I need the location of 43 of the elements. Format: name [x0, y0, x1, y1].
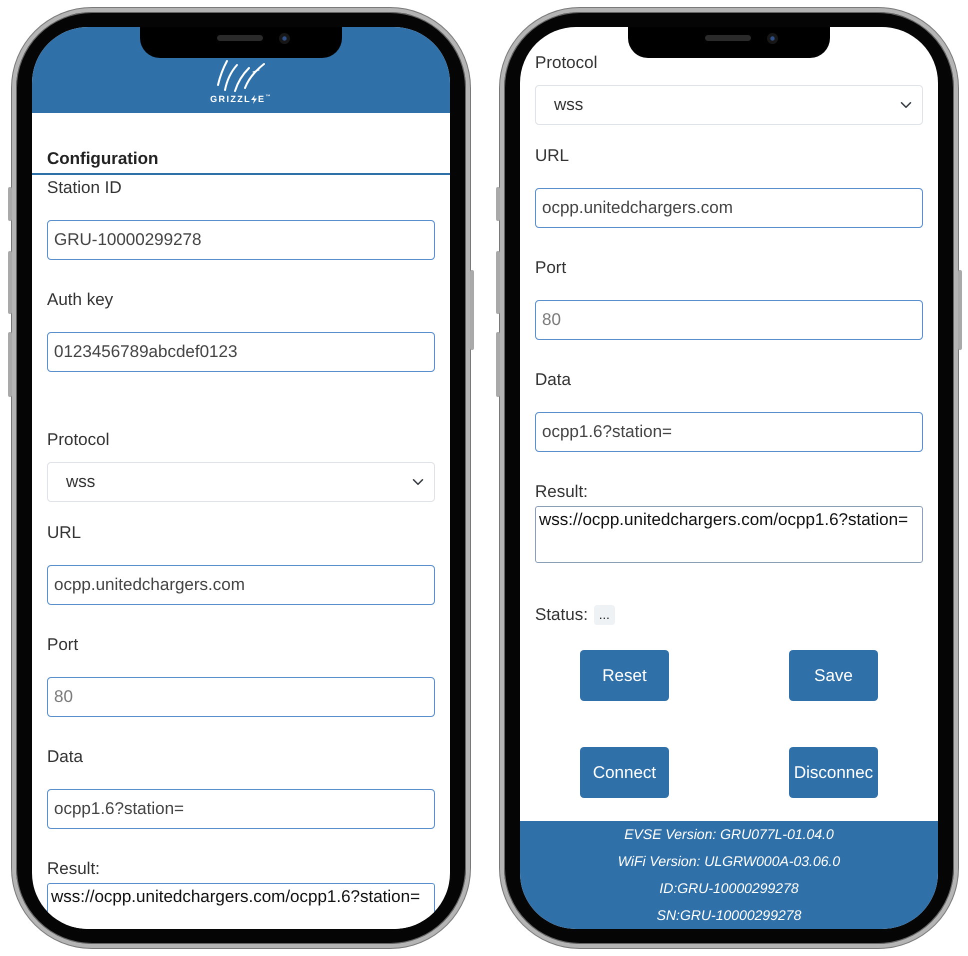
field-label: Protocol — [47, 429, 110, 451]
footer-text: ID:GRU-10000299278 — [659, 879, 799, 898]
action-button[interactable]: Reset — [580, 650, 669, 701]
camera-icon — [767, 33, 778, 44]
action-button[interactable]: Save — [789, 650, 878, 701]
field-label: Port — [47, 634, 78, 656]
speaker-grille-icon — [705, 35, 751, 41]
dropdown[interactable]: wss — [535, 85, 923, 125]
text-field[interactable]: ocpp1.6?station= — [47, 789, 435, 829]
text-area[interactable]: wss://ocpp.unitedchargers.com/ocpp1.6?station= — [47, 883, 435, 929]
speaker-grille-icon — [217, 35, 263, 41]
dropdown[interactable]: wss — [47, 462, 435, 502]
field-label: Result: — [47, 858, 100, 880]
field-label: Port — [535, 257, 566, 279]
text-field[interactable]: 80 — [535, 300, 923, 340]
text-area[interactable]: wss://ocpp.unitedchargers.com/ocpp1.6?station= — [535, 506, 923, 563]
footer-text: WiFi Version: ULGRW000A-03.06.0 — [618, 852, 840, 871]
field-label: Data — [47, 746, 83, 768]
footer-text: EVSE Version: GRU077L-01.04.0 — [624, 825, 834, 844]
logo-text: E$^{™}$ — [258, 94, 272, 105]
text-field[interactable]: ocpp1.6?station= — [535, 412, 923, 452]
field-label: Station ID — [47, 177, 122, 199]
logo-text: GRIZZL — [210, 94, 252, 105]
field-label: Protocol — [535, 52, 598, 74]
claw-marks-icon — [215, 58, 267, 92]
text-field[interactable]: GRU-10000299278 — [47, 220, 435, 260]
field-label: URL — [47, 522, 82, 544]
text-field[interactable]: ocpp.unitedchargers.com — [535, 188, 923, 228]
camera-icon — [279, 33, 290, 44]
field-label: Auth key — [47, 289, 114, 311]
field-label: Result: — [535, 481, 588, 503]
text-field[interactable]: 0123456789abcdef0123 — [47, 332, 435, 372]
section-title: Configuration — [47, 148, 158, 170]
field-label: Data — [535, 369, 571, 391]
field-label: URL — [535, 145, 570, 167]
footer-text: SN:GRU-10000299278 — [656, 906, 802, 925]
status-value: ... — [594, 605, 615, 625]
bolt-icon — [251, 95, 258, 104]
text-field[interactable]: ocpp.unitedchargers.com — [47, 565, 435, 605]
status-label: Status: — [535, 604, 588, 626]
action-button[interactable]: Disconnec — [789, 747, 878, 798]
text-field[interactable]: 80 — [47, 677, 435, 717]
action-button[interactable]: Connect — [580, 747, 669, 798]
